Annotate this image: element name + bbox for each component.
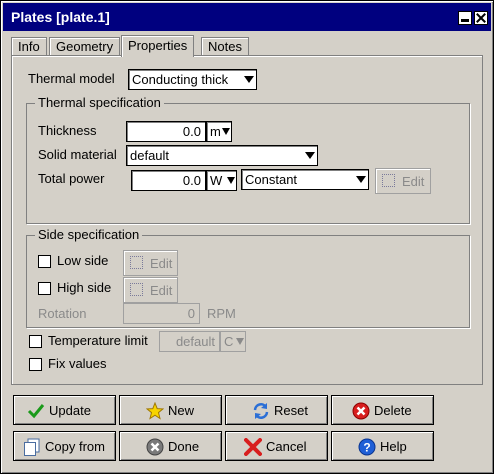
thermal-spec-title: Thermal specification <box>35 95 164 110</box>
power-edit-label: Edit <box>402 174 425 189</box>
tab-notes[interactable]: Notes <box>201 37 249 56</box>
delete-button[interactable]: Delete <box>331 395 434 425</box>
new-label: New <box>168 403 195 418</box>
thermal-spec-group: Thermal specification Thickness 0.0 m So… <box>26 95 470 224</box>
svg-text:?: ? <box>363 441 370 455</box>
help-label: Help <box>380 439 407 454</box>
low-side-edit-label: Edit <box>150 256 173 271</box>
plates-dialog: Plates [plate.1] Info Geometry Propertie… <box>0 0 494 474</box>
solid-material-label: Solid material <box>38 147 117 162</box>
power-mode-value: Constant <box>245 172 298 187</box>
side-spec-group: Side specification Low side Edit High si… <box>26 227 470 328</box>
copy-icon <box>24 438 40 456</box>
thermal-model-select[interactable]: Conducting thick <box>128 69 257 90</box>
side-spec-title: Side specification <box>35 227 143 242</box>
title-bar[interactable]: Plates [plate.1] <box>3 3 491 31</box>
close-icon[interactable] <box>474 11 488 25</box>
rotation-unit: RPM <box>207 306 236 321</box>
delete-label: Delete <box>374 403 412 418</box>
rotation-input[interactable]: 0 <box>123 303 200 324</box>
high-side-checkbox[interactable] <box>38 282 51 295</box>
cancel-label: Cancel <box>266 439 307 454</box>
done-icon <box>146 438 164 456</box>
low-side-edit-button[interactable]: Edit <box>123 250 178 276</box>
temperature-limit-input[interactable]: default <box>159 331 220 352</box>
solid-material-select[interactable]: default <box>126 145 318 166</box>
star-icon <box>146 402 164 420</box>
cancel-icon <box>244 438 262 456</box>
thermal-model-value: Conducting thick <box>132 72 229 87</box>
total-power-unit-value: W <box>210 173 223 188</box>
power-mode-select[interactable]: Constant <box>241 169 369 190</box>
low-side-label: Low side <box>57 253 109 268</box>
tab-info[interactable]: Info <box>11 37 47 56</box>
rotation-label: Rotation <box>38 306 87 321</box>
help-button[interactable]: ? Help <box>331 431 434 461</box>
low-side-checkbox[interactable] <box>38 255 51 268</box>
tab-properties[interactable]: Properties <box>121 35 195 57</box>
properties-panel: Thermal model Conducting thick Thermal s… <box>11 55 483 385</box>
edit-icon <box>130 283 143 296</box>
copy-from-label: Copy from <box>45 439 105 454</box>
copy-from-button[interactable]: Copy from <box>13 431 116 461</box>
thickness-unit-value: m <box>210 124 221 139</box>
update-label: Update <box>49 403 91 418</box>
cancel-button[interactable]: Cancel <box>225 431 328 461</box>
reset-label: Reset <box>274 403 308 418</box>
tab-geometry[interactable]: Geometry <box>49 37 121 56</box>
thickness-input[interactable]: 0.0 <box>126 121 206 142</box>
total-power-unit-select[interactable]: W <box>206 170 237 191</box>
refresh-icon <box>253 403 269 419</box>
help-icon: ? <box>358 438 376 456</box>
temperature-unit-select[interactable]: C <box>220 331 246 352</box>
chevron-down-icon <box>305 152 315 159</box>
temperature-unit-value: C <box>224 334 234 349</box>
thickness-label: Thickness <box>38 123 97 138</box>
total-power-input[interactable]: 0.0 <box>131 170 206 191</box>
thermal-model-label: Thermal model <box>28 71 115 86</box>
solid-material-value: default <box>130 148 170 163</box>
reset-button[interactable]: Reset <box>225 395 328 425</box>
chevron-down-icon <box>236 338 244 345</box>
edit-icon <box>382 174 395 187</box>
update-button[interactable]: Update <box>13 395 116 425</box>
new-button[interactable]: New <box>119 395 222 425</box>
chevron-down-icon <box>227 177 235 184</box>
total-power-label: Total power <box>38 171 105 186</box>
chevron-down-icon <box>356 176 366 183</box>
fix-values-checkbox[interactable] <box>29 358 42 371</box>
minimize-icon[interactable] <box>458 11 472 25</box>
thickness-unit-select[interactable]: m <box>206 121 232 142</box>
done-label: Done <box>168 439 200 454</box>
temperature-limit-checkbox[interactable] <box>29 335 42 348</box>
fix-values-label: Fix values <box>48 356 107 371</box>
temperature-limit-label: Temperature limit <box>48 333 148 348</box>
high-side-edit-button[interactable]: Edit <box>123 277 178 303</box>
chevron-down-icon <box>222 128 230 135</box>
chevron-down-icon <box>244 76 254 83</box>
high-side-edit-label: Edit <box>150 283 173 298</box>
edit-icon <box>130 256 143 269</box>
delete-icon <box>352 402 370 420</box>
high-side-label: High side <box>57 280 112 295</box>
checkmark-icon <box>27 404 45 419</box>
done-button[interactable]: Done <box>119 431 222 461</box>
window-title: Plates [plate.1] <box>11 9 110 25</box>
power-edit-button[interactable]: Edit <box>375 168 431 194</box>
